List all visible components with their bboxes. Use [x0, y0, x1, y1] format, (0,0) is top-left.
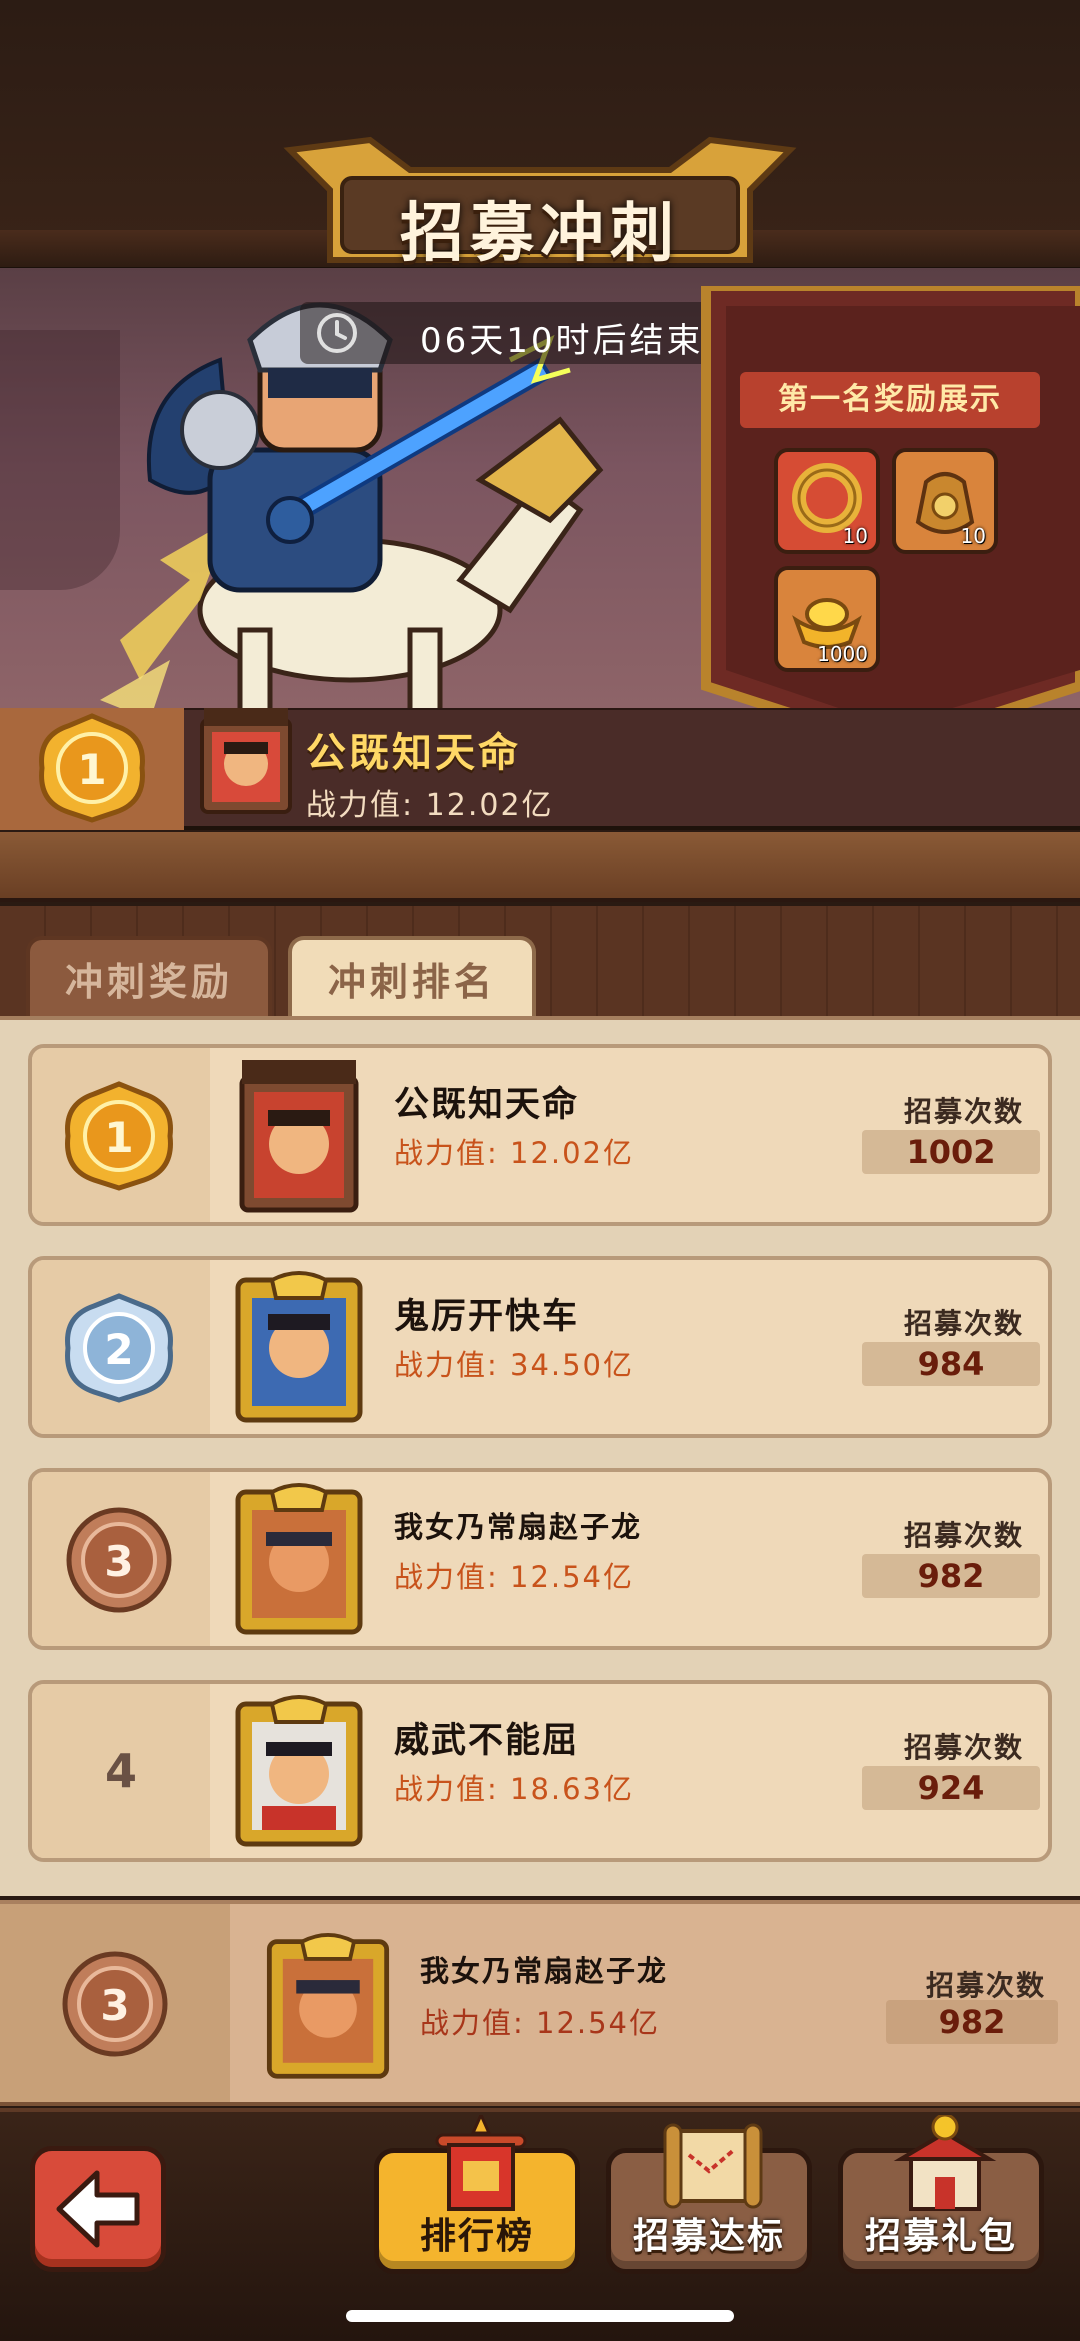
- reward-count: 10: [960, 524, 986, 548]
- nav-leaderboard-button[interactable]: 排行榜: [374, 2115, 580, 2274]
- reward-item-gold-ingot[interactable]: 1000: [774, 566, 880, 672]
- rank-number: 2: [104, 1325, 133, 1374]
- nav-recruit-pack-button[interactable]: 招募礼包: [838, 2115, 1044, 2274]
- recruit-count: 1002: [906, 1133, 996, 1171]
- gold-medal-icon: 1: [39, 713, 145, 823]
- gold-medal-icon: 1: [65, 1081, 173, 1191]
- ranking-row-3[interactable]: 3 我女乃常扇赵子龙 战力值: 12.54亿 招募次数 982: [28, 1468, 1052, 1650]
- my-name: 我女乃常扇赵子龙: [420, 1954, 669, 1988]
- wood-divider: [0, 832, 1080, 902]
- top-player-rank: 1: [77, 745, 106, 794]
- clock-icon: [317, 313, 357, 353]
- my-rank-number: 3: [100, 1981, 129, 2030]
- tab-sprint-ranking[interactable]: 冲刺排名: [288, 936, 536, 1020]
- player-name: 我女乃常扇赵子龙: [394, 1510, 643, 1544]
- ranking-row-4[interactable]: 4 威武不能屈 战力值: 18.63亿 招募次数 924: [28, 1680, 1052, 1862]
- rank-number: 1: [104, 1113, 133, 1162]
- nav-recruit-goal-button[interactable]: 招募达标: [606, 2123, 812, 2274]
- top-player-avatar[interactable]: [198, 706, 294, 816]
- tab-sprint-rewards[interactable]: 冲刺奖励: [26, 936, 272, 1020]
- back-button[interactable]: [30, 2146, 166, 2272]
- my-power: 战力值: 12.54亿: [420, 2006, 661, 2040]
- recruit-count-label: 招募次数: [903, 1731, 1024, 1764]
- player-name: 鬼厉开快车: [394, 1297, 580, 1337]
- reward-count: 10: [842, 524, 868, 548]
- recruit-count-label: 招募次数: [903, 1307, 1024, 1340]
- recruit-count: 982: [917, 1557, 985, 1595]
- recruit-count-label: 招募次数: [903, 1095, 1024, 1128]
- game-screen: { "header": { "title": "招募冲刺", "timer": …: [0, 0, 1080, 2341]
- my-recruit-count-label: 招募次数: [925, 1969, 1046, 2002]
- leaderboard-banner-icon: [435, 2115, 527, 2211]
- top-player-name: 公既知天命: [306, 730, 521, 776]
- rank-number: 4: [104, 1744, 137, 1798]
- nav-label: 招募礼包: [864, 2216, 1017, 2257]
- my-recruit-count: 982: [938, 2003, 1006, 2041]
- player-power: 战力值: 18.63亿: [394, 1772, 635, 1806]
- player-power: 战力值: 34.50亿: [394, 1348, 635, 1382]
- reward-panel-frame: [701, 286, 1080, 746]
- player-avatar[interactable]: [232, 1482, 366, 1638]
- recruit-count: 984: [917, 1345, 985, 1383]
- nav-label: 排行榜: [419, 2216, 534, 2257]
- ranking-row-1[interactable]: 1 公既知天命 战力值: 12.02亿 招募次数 1002: [28, 1044, 1052, 1226]
- gift-shop-icon: [893, 2115, 997, 2211]
- rank-number: 3: [104, 1537, 133, 1586]
- player-power: 战力值: 12.02亿: [394, 1136, 635, 1170]
- back-arrow-icon: [56, 2170, 140, 2248]
- reward-count: 1000: [817, 642, 868, 666]
- bronze-medal-icon: 3: [62, 1951, 168, 2057]
- player-avatar[interactable]: [232, 1058, 366, 1214]
- my-avatar[interactable]: [256, 1932, 400, 2082]
- reward-item-jade-ring[interactable]: 10: [774, 448, 880, 554]
- player-name: 公既知天命: [394, 1085, 580, 1125]
- player-avatar[interactable]: [232, 1694, 366, 1850]
- player-avatar[interactable]: [232, 1270, 366, 1426]
- scroll-map-icon: [663, 2123, 763, 2209]
- ranking-row-2[interactable]: 2 鬼厉开快车 战力值: 34.50亿 招募次数 984: [28, 1256, 1052, 1438]
- reward-item-coin-bag[interactable]: 10: [892, 448, 998, 554]
- nav-label: 招募达标: [632, 2216, 785, 2257]
- recruit-count-label: 招募次数: [903, 1519, 1024, 1552]
- player-power: 战力值: 12.54亿: [394, 1560, 635, 1594]
- timer-text: 06天10时后结束: [420, 321, 704, 361]
- home-indicator[interactable]: [346, 2310, 734, 2322]
- page-title: 招募冲刺: [400, 197, 680, 271]
- bronze-medal-icon: 3: [66, 1507, 172, 1613]
- recruit-count: 924: [917, 1769, 985, 1807]
- player-name: 威武不能屈: [394, 1721, 580, 1761]
- top-player-power: 战力值: 12.02亿: [306, 788, 554, 823]
- silver-medal-icon: 2: [65, 1293, 173, 1403]
- first-reward-title: 第一名奖励展示: [740, 372, 1040, 428]
